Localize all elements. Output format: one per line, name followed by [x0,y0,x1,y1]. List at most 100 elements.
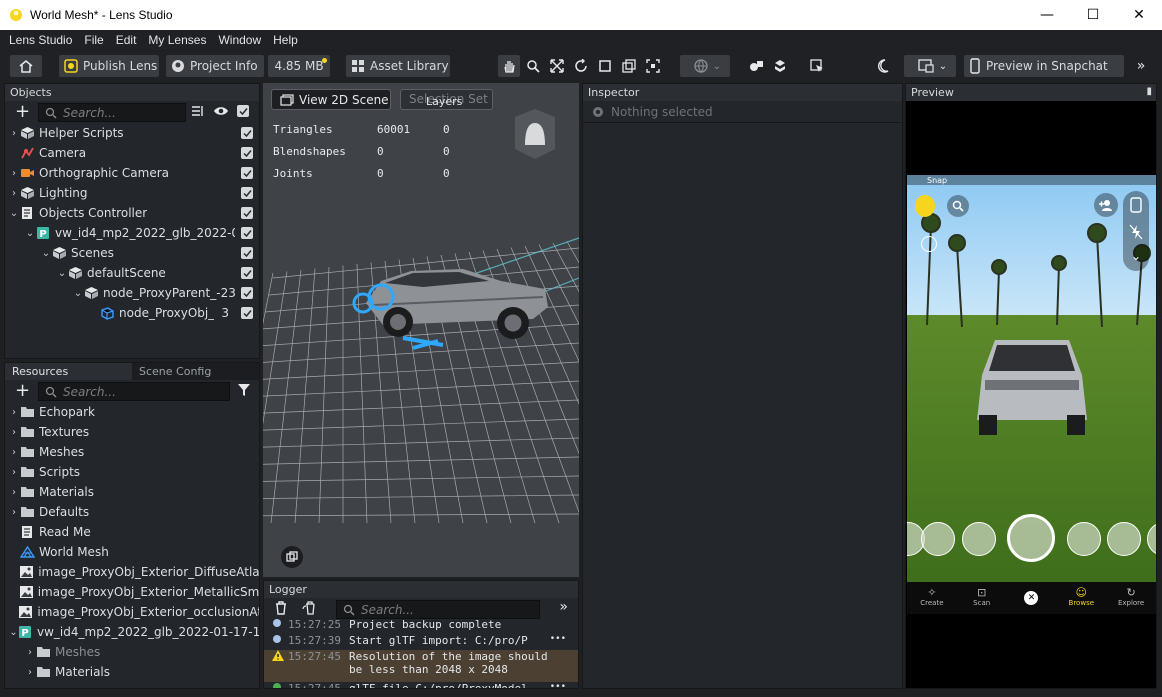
lock-all-checkbox[interactable] [237,105,249,117]
enabled-checkbox[interactable] [241,227,253,239]
toolbar-overflow-button[interactable]: » [1130,55,1152,77]
lens-option[interactable] [962,522,996,556]
nav-explore[interactable]: ↻ Explore [1106,582,1156,614]
tree-item[interactable]: ⌄ Pvw_id4_mp2_2022_glb_2022-01-17 [5,223,259,243]
preview-camera-feed[interactable]: Snap ⌄ [907,175,1156,582]
dark-mode-button[interactable] [874,55,896,77]
tree-item[interactable]: Read Me [5,522,259,542]
expand-arrow-open-icon[interactable]: ⌄ [9,627,18,638]
device-dropdown[interactable]: ⌄ [904,55,956,77]
tree-item[interactable]: ⌄ Objects Controller [5,203,259,223]
resources-search-field[interactable]: Search... [38,382,230,401]
flip-camera-button[interactable]: ⌄ [1123,191,1149,271]
add-resource-plus-button[interactable]: + [15,380,30,401]
world-space-dropdown[interactable]: ⌄ [680,55,730,77]
home-button[interactable] [10,55,42,77]
clear-on-restart-button[interactable] [302,601,318,618]
expand-arrow-icon[interactable]: › [25,667,35,678]
rotate-tool-button[interactable] [570,55,592,77]
tree-item[interactable]: ⌄Pvw_id4_mp2_2022_glb_2022-01-17-15-... [5,622,259,642]
more-ellipsis-icon[interactable]: ••• [550,634,566,644]
memories-button[interactable] [921,236,937,252]
search-button[interactable] [947,195,969,217]
expand-arrow-open-icon[interactable]: ⌄ [57,268,67,279]
enabled-checkbox[interactable] [241,167,253,179]
resources-filter-button[interactable] [238,384,250,399]
selection-set-button[interactable]: Selection Set Layers [400,89,493,110]
lens-option[interactable] [921,522,955,556]
expand-arrow-icon[interactable]: › [9,407,19,418]
tree-item[interactable]: › Materials [5,662,259,682]
menu-window[interactable]: Window [212,33,267,47]
enabled-checkbox[interactable] [241,147,253,159]
tree-item[interactable]: › Meshes [5,642,259,662]
objects-search-field[interactable]: Search... [38,103,186,122]
view-gizmo-cube-icon[interactable] [507,105,563,169]
nav-create[interactable]: ✧ Create [907,582,957,614]
log-entry[interactable]: 15:27:25 Project backup complete [264,618,578,634]
layers-label[interactable]: Layers [426,95,462,108]
nav-browse[interactable]: ☺ Browse [1056,582,1106,614]
more-ellipsis-icon[interactable]: ••• [550,682,566,688]
visibility-toggle-button[interactable] [213,104,229,121]
publish-lens-button[interactable]: Publish Lens [59,55,159,77]
frame-tool-button[interactable] [642,55,664,77]
preview-options-icon[interactable]: ▮ [1146,86,1152,97]
project-info-button[interactable]: Project Info [166,55,264,77]
expand-arrow-open-icon[interactable]: ⌄ [25,228,35,239]
maximize-button[interactable]: ☐ [1070,0,1116,30]
tree-item[interactable]: ⌄ defaultScene [5,263,259,283]
asset-library-button[interactable]: Asset Library [346,55,450,77]
expand-arrow-icon[interactable]: › [9,487,19,498]
expand-arrow-open-icon[interactable]: ⌄ [73,288,83,299]
enabled-checkbox[interactable] [241,247,253,259]
close-button[interactable]: ✕ [1116,0,1162,30]
log-entry[interactable]: 15:27:45 glTF file C:/pro/ProxyModel ••• [264,682,578,688]
tree-item[interactable]: image_ProxyObj_Exterior_MetallicSm... [5,582,259,602]
scale-tool-button[interactable] [594,55,616,77]
tree-item[interactable]: image_ProxyObj_Exterior_DiffuseAtlas [5,562,259,582]
expand-arrow-open-icon[interactable]: ⌄ [9,208,19,219]
add-friend-button[interactable] [1094,193,1118,217]
add-component-button[interactable] [770,55,792,77]
log-entry[interactable]: 15:27:39 Start glTF import: C:/pro/P ••• [264,634,578,650]
enabled-checkbox[interactable] [241,207,253,219]
tree-item[interactable]: › Defaults [5,502,259,522]
camera-mode-button[interactable] [281,546,303,568]
expand-arrow-icon[interactable]: › [9,188,19,199]
tree-item[interactable]: image_ProxyObj_Exterior_occlusionAt... [5,602,259,622]
bitmoji-avatar[interactable] [915,195,935,217]
expand-arrow-icon[interactable]: › [9,427,19,438]
lens-carousel[interactable] [907,514,1156,562]
tree-item[interactable]: › Materials [5,482,259,502]
move-tool-button[interactable] [546,55,568,77]
minimize-button[interactable]: — [1024,0,1070,30]
nav-scan[interactable]: ⊡ Scan [957,582,1007,614]
enabled-checkbox[interactable] [241,187,253,199]
enabled-checkbox[interactable] [241,287,253,299]
expand-arrow-icon[interactable]: › [9,168,19,179]
tree-item[interactable]: › Helper Scripts [5,123,259,143]
log-entry[interactable]: 15:27:45 Resolution of the image should be… [264,650,578,682]
tree-item[interactable]: ⌄ Scenes [5,243,259,263]
tree-item[interactable]: › Meshes [5,442,259,462]
tree-item[interactable]: › Lighting [5,183,259,203]
enabled-checkbox[interactable] [241,307,253,319]
tree-item[interactable]: Camera [5,143,259,163]
tree-item[interactable]: › Scripts [5,462,259,482]
expand-arrow-icon[interactable]: › [9,128,19,139]
scene-viewport[interactable]: View 2D Scene Selection Set Layers Trian… [263,83,579,577]
nav-close[interactable]: ✕ [1007,582,1057,614]
preview-in-snapchat-button[interactable]: Preview in Snapchat [964,55,1124,77]
pointer-tool-button[interactable] [806,55,828,77]
tab-resources[interactable]: Resources [5,363,132,380]
expand-arrow-icon[interactable]: › [9,467,19,478]
expand-arrow-open-icon[interactable]: ⌄ [41,248,51,259]
logger-search-field[interactable]: Search... [336,600,540,619]
tree-item[interactable]: › Echopark [5,402,259,422]
view-2d-scene-button[interactable]: View 2D Scene [271,89,391,110]
lens-option[interactable] [1107,522,1141,556]
tree-item[interactable]: › Orthographic Camera [5,163,259,183]
menu-help[interactable]: Help [267,33,304,47]
rect-tool-button[interactable] [618,55,640,77]
